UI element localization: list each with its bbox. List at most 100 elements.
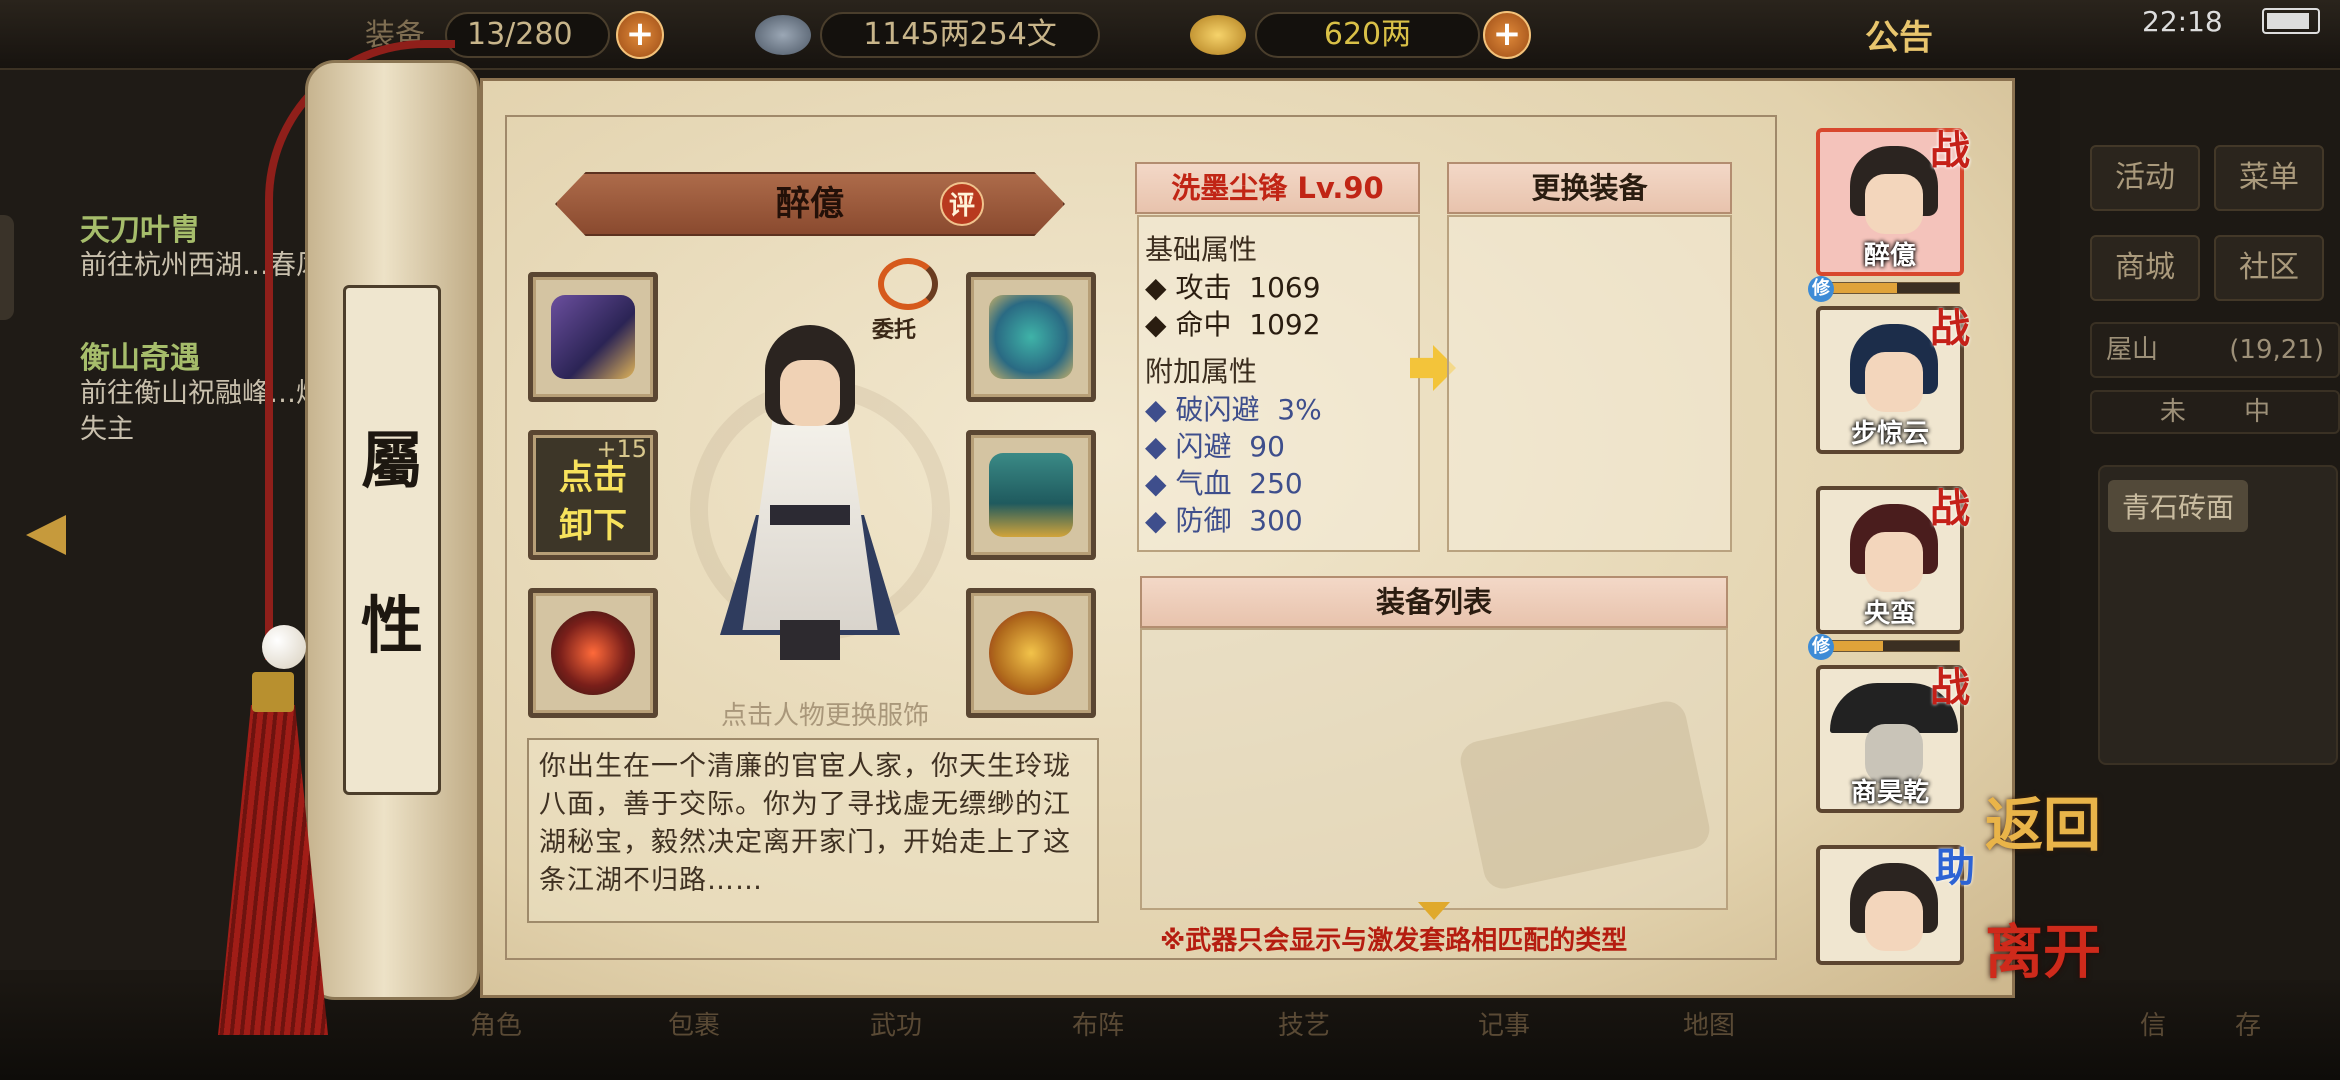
stat-value: 1069 bbox=[1249, 271, 1321, 304]
pendant-icon bbox=[989, 611, 1073, 695]
slot-ring[interactable] bbox=[528, 588, 658, 718]
cultivate-badge-1: 修 bbox=[1808, 276, 1834, 302]
location-name: 屋山 bbox=[2106, 335, 2159, 365]
nav-save[interactable]: 存 bbox=[2235, 1005, 2261, 1042]
slot-armor[interactable] bbox=[966, 430, 1096, 560]
tile-name[interactable]: 青石砖面 bbox=[2108, 480, 2249, 532]
compass-strip: 未 中 bbox=[2090, 390, 2340, 434]
unequip-line-1[interactable]: 点击 bbox=[533, 451, 653, 505]
slot-weapon[interactable]: +15 点击 卸下 bbox=[528, 430, 658, 560]
quest-title-1[interactable]: 天刀叶胄 bbox=[80, 205, 200, 249]
quest-title-2[interactable]: 衡山奇遇 bbox=[80, 333, 200, 377]
change-equipment-title: 更换装备 bbox=[1447, 162, 1732, 214]
role-badge-4: 战 bbox=[1930, 665, 1970, 711]
bag-expand-button[interactable]: + bbox=[616, 11, 664, 59]
tassel-bead bbox=[262, 625, 306, 669]
portrait-face bbox=[1865, 174, 1923, 234]
rate-badge[interactable]: 评 bbox=[940, 182, 984, 226]
notice-button[interactable]: 公告 bbox=[1865, 10, 1933, 59]
slot-headwear[interactable] bbox=[966, 272, 1096, 402]
nav-role[interactable]: 角色 bbox=[470, 1005, 522, 1042]
armor-icon bbox=[989, 453, 1073, 537]
weapon-title: 洗墨尘锋 Lv.90 bbox=[1135, 162, 1420, 214]
gold-ingot-icon bbox=[1190, 15, 1246, 55]
shop-button[interactable]: 商城 bbox=[2090, 235, 2200, 301]
role-badge-5: 助 bbox=[1935, 845, 1975, 891]
status-clock: 22:18 bbox=[2142, 5, 2223, 38]
portrait-face bbox=[1865, 352, 1923, 412]
scroll-char-1: 屬 bbox=[360, 424, 423, 497]
stat-defense: ◆ 防御 300 bbox=[1145, 504, 1303, 537]
quest-panel-tab[interactable] bbox=[0, 215, 14, 320]
return-button[interactable]: 返回 bbox=[1985, 778, 2101, 862]
gold-recharge-button[interactable]: + bbox=[1483, 11, 1531, 59]
bag-count: 13/280 bbox=[445, 12, 610, 58]
stat-hit: ◆ 命中 1092 bbox=[1145, 308, 1321, 341]
community-button[interactable]: 社区 bbox=[2214, 235, 2324, 301]
portrait-face bbox=[1865, 891, 1923, 951]
nav-martial[interactable]: 武功 bbox=[870, 1005, 922, 1042]
character-legs bbox=[780, 620, 840, 660]
nav-map[interactable]: 地图 bbox=[1683, 1005, 1735, 1042]
character-face bbox=[780, 360, 840, 426]
location-coords: (19,21) bbox=[2229, 335, 2324, 365]
stat-value: 90 bbox=[1249, 430, 1285, 463]
tassel-cap bbox=[252, 672, 294, 712]
stat-value: 250 bbox=[1249, 467, 1303, 500]
gold-display: 620两 bbox=[1255, 12, 1480, 58]
character-bio: 你出生在一个清廉的官宦人家，你天生玲珑八面，善于交际。你为了寻找虚无缥缈的江湖秘… bbox=[539, 751, 1071, 896]
cultivate-badge-3: 修 bbox=[1808, 634, 1834, 660]
character-name: 醉億 bbox=[776, 184, 844, 224]
role-badge-1: 战 bbox=[1930, 128, 1970, 174]
nav-journal[interactable]: 记事 bbox=[1478, 1005, 1530, 1042]
extra-stats-header: 附加属性 bbox=[1145, 355, 1258, 388]
stat-dodge: ◆ 闪避 90 bbox=[1145, 430, 1285, 463]
xp-bar-3 bbox=[1820, 640, 1960, 652]
stat-break-dodge: ◆ 破闪避 3% bbox=[1145, 393, 1322, 426]
stat-value: 3% bbox=[1277, 393, 1322, 426]
delegate-label[interactable]: 委托 bbox=[872, 312, 916, 344]
equipment-list-title: 装备列表 bbox=[1140, 576, 1728, 628]
stat-label: 闪避 bbox=[1175, 430, 1232, 463]
slot-accessory[interactable] bbox=[966, 588, 1096, 718]
stat-value: 300 bbox=[1249, 504, 1303, 537]
stat-label: 气血 bbox=[1175, 467, 1232, 500]
xp-bar-1 bbox=[1820, 282, 1960, 294]
nav-skills[interactable]: 技艺 bbox=[1278, 1005, 1330, 1042]
stat-label: 攻击 bbox=[1175, 271, 1232, 304]
character-sash bbox=[770, 505, 850, 525]
ring-icon bbox=[551, 611, 635, 695]
party-name: 步惊云 bbox=[1850, 419, 1929, 449]
change-equipment-box bbox=[1447, 215, 1732, 552]
slot-gauntlets[interactable] bbox=[528, 272, 658, 402]
headband-icon bbox=[989, 295, 1073, 379]
compass-mark-2: 中 bbox=[2244, 397, 2271, 427]
base-stats-header: 基础属性 bbox=[1145, 233, 1258, 266]
scroll-label bbox=[343, 285, 441, 795]
battery-icon bbox=[2262, 8, 2320, 34]
party-name: 商昊乾 bbox=[1850, 778, 1929, 808]
stat-value: 1092 bbox=[1249, 308, 1321, 341]
role-badge-2: 战 bbox=[1930, 306, 1970, 352]
scroll-char-2: 性 bbox=[360, 589, 423, 662]
stat-attack: ◆ 攻击 1069 bbox=[1145, 271, 1321, 304]
bio-box: 你出生在一个清廉的官宦人家，你天生玲珑八面，善于交际。你为了寻找虚无缥缈的江湖秘… bbox=[527, 738, 1099, 923]
party-name: 央蛮 bbox=[1863, 599, 1916, 629]
delegate-icon[interactable] bbox=[878, 258, 938, 310]
stat-label: 防御 bbox=[1175, 504, 1232, 537]
nav-mail[interactable]: 信 bbox=[2140, 1005, 2166, 1042]
portrait-face bbox=[1865, 532, 1923, 592]
stat-hp: ◆ 气血 250 bbox=[1145, 467, 1303, 500]
location-box: 屋山 (19,21) bbox=[2090, 322, 2340, 378]
unequip-line-2[interactable]: 卸下 bbox=[533, 499, 653, 553]
role-badge-3: 战 bbox=[1930, 486, 1970, 532]
stat-label: 命中 bbox=[1175, 308, 1232, 341]
leave-button[interactable]: 离开 bbox=[1985, 905, 2101, 989]
nav-bag[interactable]: 包裹 bbox=[668, 1005, 720, 1042]
nav-formation[interactable]: 布阵 bbox=[1072, 1005, 1124, 1042]
gauntlet-icon bbox=[551, 295, 635, 379]
weapon-filter-note: ※武器只会显示与激发套路相匹配的类型 bbox=[1160, 926, 1628, 956]
compass-mark-1: 未 bbox=[2159, 397, 2186, 427]
silver-icon bbox=[755, 15, 811, 55]
change-outfit-hint: 点击人物更换服饰 bbox=[720, 701, 929, 731]
